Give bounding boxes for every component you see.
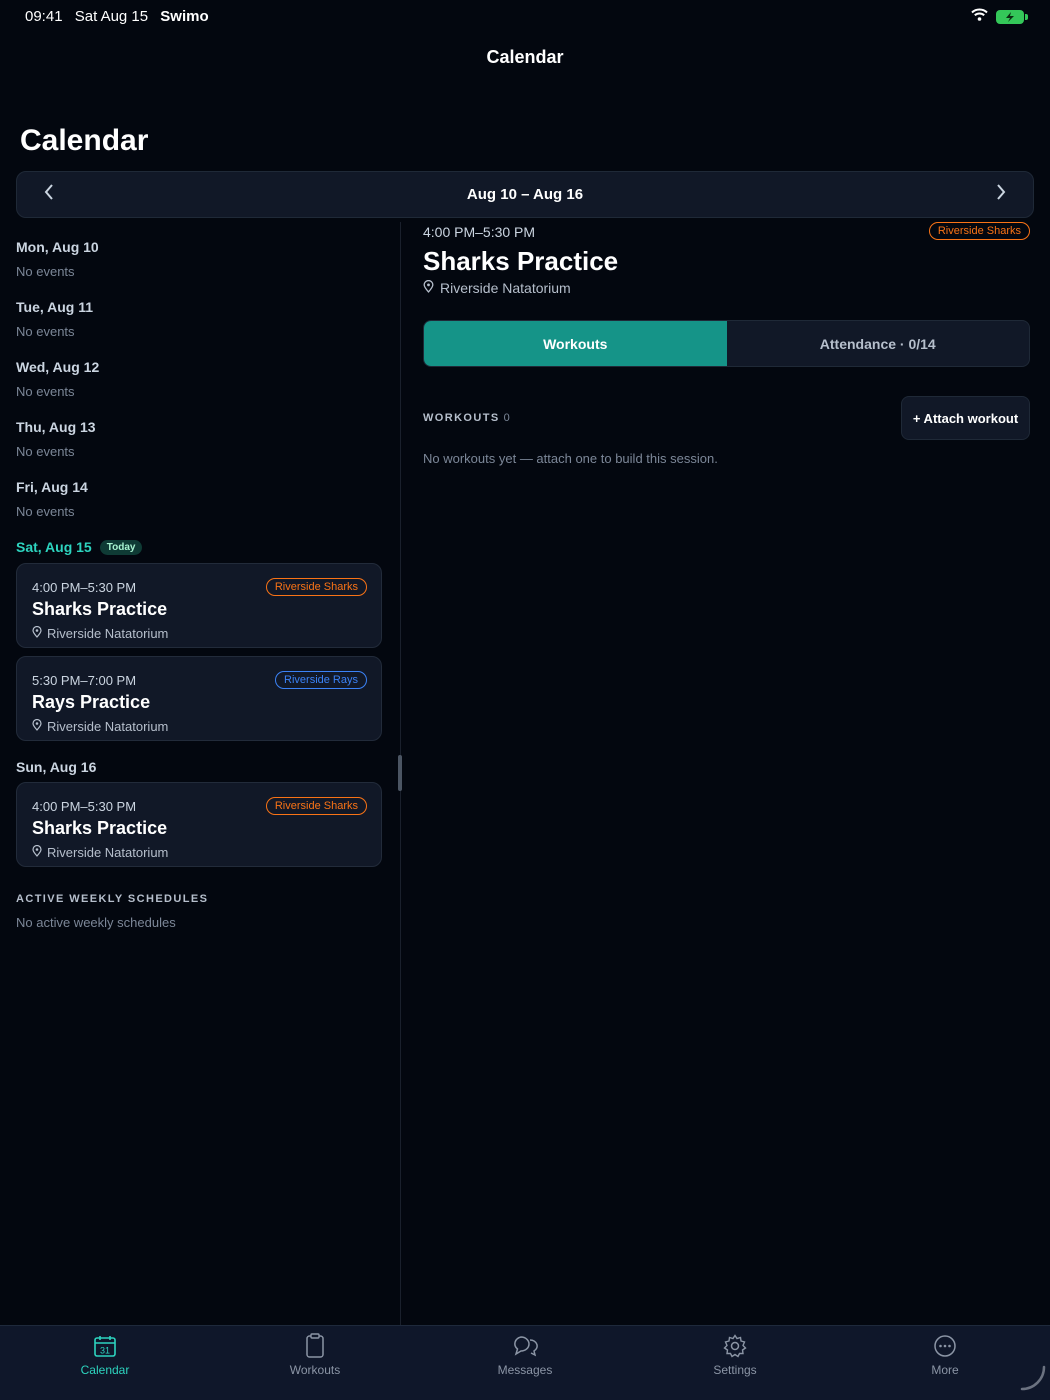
chevron-left-icon [44,184,54,205]
detail-location-text: Riverside Natatorium [440,280,571,296]
event-time: 4:00 PM–5:30 PM [32,799,137,814]
team-badge: Riverside Sharks [265,578,367,596]
tab-settings-label: Settings [713,1363,757,1377]
location-pin-icon [32,718,42,734]
event-card[interactable]: 5:30 PM–7:00 PM Riverside Rays Rays Prac… [16,656,382,741]
battery-icon [996,10,1028,24]
chevron-right-icon [996,184,1006,205]
day-header-sat: Sat, Aug 15 Today [16,539,143,555]
event-location-text: Riverside Natatorium [47,845,169,860]
event-location-text: Riverside Natatorium [47,626,169,641]
nav-title: Calendar [486,47,564,67]
page-title: Calendar [20,124,149,157]
location-pin-icon [423,279,434,296]
team-badge: Riverside Sharks [265,797,367,815]
detail-segmented-control: Workouts Attendance · 0/14 [423,320,1030,367]
calendar-icon: 31 [0,1332,210,1360]
status-time: 09:41 [25,8,63,25]
event-location-text: Riverside Natatorium [47,719,169,734]
home-indicator-corner [1020,1365,1046,1396]
tab-calendar-label: Calendar [80,1363,130,1377]
workouts-heading: WORKOUTS 0 [423,412,511,424]
tab-workouts-nav[interactable]: Workouts [210,1332,420,1392]
detail-team-badge: Riverside Sharks [928,222,1030,240]
week-selector: Aug 10 – Aug 16 [16,171,1034,218]
event-title: Rays Practice [32,692,151,712]
day-header-fri: Fri, Aug 14 [16,479,88,495]
location-pin-icon [32,844,42,860]
day-header-sat-label: Sat, Aug 15 [16,539,92,555]
tab-workouts[interactable]: Workouts [424,321,727,366]
calendar-icon-day: 31 [100,1346,110,1356]
event-card[interactable]: 4:00 PM–5:30 PM Riverside Sharks Sharks … [16,563,382,648]
day-header-sun: Sun, Aug 16 [16,759,97,775]
event-location: Riverside Natatorium [32,718,169,734]
status-app-name: Swimo [160,8,209,25]
workouts-empty-message: No workouts yet — attach one to build th… [423,451,718,466]
day-empty-thu: No events [16,444,75,459]
day-empty-fri: No events [16,504,75,519]
event-detail: 4:00 PM–5:30 PM Riverside Sharks Sharks … [401,222,1050,1325]
gear-icon [630,1332,840,1360]
tab-attendance[interactable]: Attendance · 0/14 [727,321,1030,366]
next-week-button[interactable] [971,172,1031,217]
tab-workouts-label: Workouts [289,1363,341,1377]
ellipsis-circle-icon [840,1332,1050,1360]
status-left: 09:41 Sat Aug 15 Swimo [25,8,217,25]
tab-more-label: More [931,1363,959,1377]
chat-bubbles-icon [420,1332,630,1360]
day-empty-mon: No events [16,264,75,279]
detail-location: Riverside Natatorium [423,279,571,296]
previous-week-button[interactable] [19,172,79,217]
status-right [971,8,1028,26]
status-date: Sat Aug 15 [74,8,149,25]
event-title: Sharks Practice [32,599,168,619]
location-pin-icon [32,625,42,641]
event-location: Riverside Natatorium [32,844,169,860]
wifi-icon [971,8,988,26]
tab-more[interactable]: More [840,1332,1050,1392]
event-time: 4:00 PM–5:30 PM [32,580,137,595]
day-header-wed: Wed, Aug 12 [16,359,100,375]
event-title: Sharks Practice [32,818,168,838]
day-empty-wed: No events [16,384,75,399]
detail-title: Sharks Practice [423,246,619,276]
tab-calendar[interactable]: 31 Calendar [0,1332,210,1392]
tab-bar: 31 Calendar Workouts Messages Settings M… [0,1325,1050,1400]
workouts-count: 0 [503,412,512,424]
weekly-schedules-empty: No active weekly schedules [16,915,176,930]
today-badge: Today [99,540,143,555]
clipboard-icon [210,1332,420,1360]
detail-time: 4:00 PM–5:30 PM [423,224,536,240]
weekly-schedules-heading: ACTIVE WEEKLY SCHEDULES [16,893,209,905]
tab-messages-label: Messages [497,1363,553,1377]
day-header-thu: Thu, Aug 13 [16,419,96,435]
event-location: Riverside Natatorium [32,625,169,641]
day-header-tue: Tue, Aug 11 [16,299,94,315]
event-card[interactable]: 4:00 PM–5:30 PM Riverside Sharks Sharks … [16,782,382,867]
team-badge: Riverside Rays [275,671,367,689]
attach-workout-button[interactable]: + Attach workout [901,396,1030,440]
day-empty-tue: No events [16,324,75,339]
workouts-heading-label: WORKOUTS [423,412,500,424]
tab-settings-nav[interactable]: Settings [630,1332,840,1392]
tab-messages[interactable]: Messages [420,1332,630,1392]
status-bar: 09:41 Sat Aug 15 Swimo [0,0,1050,34]
week-range-label: Aug 10 – Aug 16 [466,186,584,203]
event-time: 5:30 PM–7:00 PM [32,673,137,688]
day-header-mon: Mon, Aug 10 [16,239,99,255]
